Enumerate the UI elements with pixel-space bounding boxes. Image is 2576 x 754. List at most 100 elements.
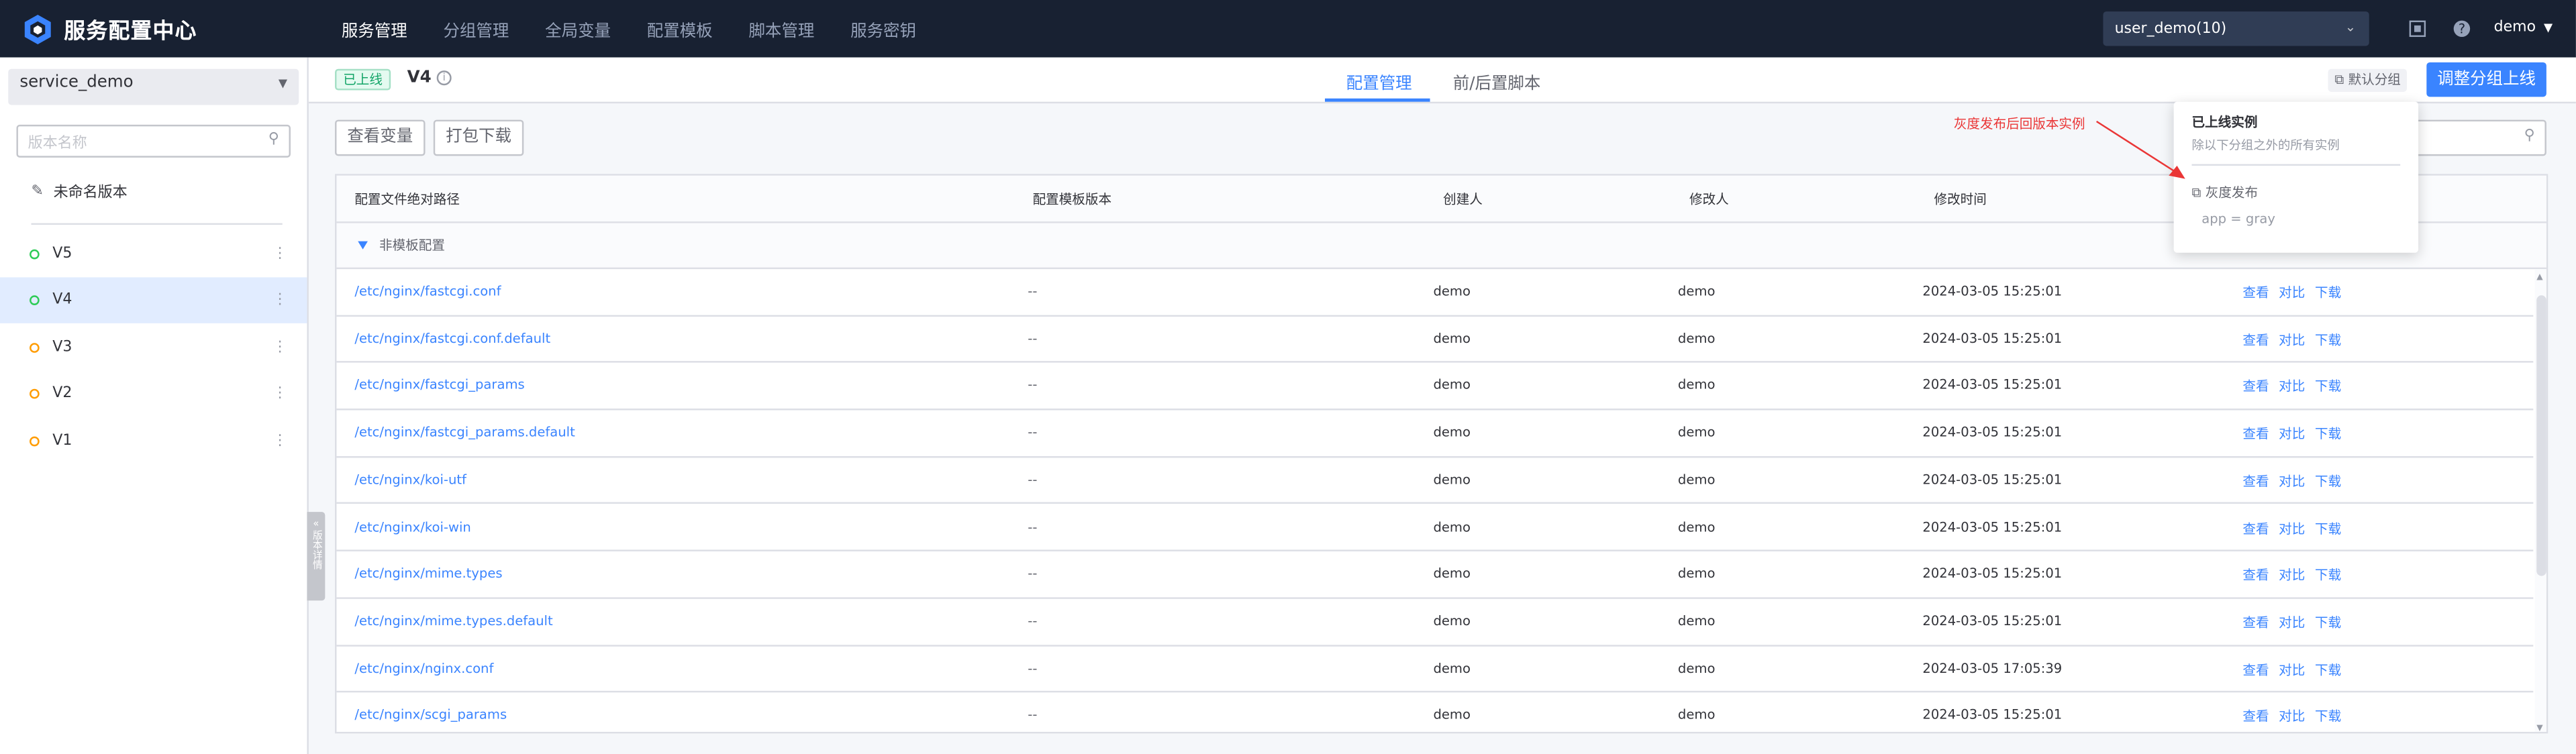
package-download-button[interactable]: 打包下载 [433,119,524,156]
compare-action[interactable]: 对比 [2279,661,2305,679]
more-icon[interactable]: ⋮ [273,433,287,449]
config-path-link[interactable]: /etc/nginx/koi-win [354,519,470,534]
compare-action[interactable]: 对比 [2279,425,2305,443]
unnamed-version-label: 未命名版本 [53,185,128,202]
download-action[interactable]: 下载 [2315,566,2341,584]
version-item-v2[interactable]: V2 ⋮ [0,371,307,417]
creator-cell: demo [1433,660,1471,676]
config-path-link[interactable]: /etc/nginx/koi-utf [354,472,466,487]
modifier-cell: demo [1677,331,1716,346]
download-action[interactable]: 下载 [2315,425,2341,443]
more-icon[interactable]: ⋮ [273,292,287,309]
compare-action[interactable]: 对比 [2279,566,2305,584]
nav-item-5[interactable]: 服务密钥 [850,16,916,41]
compare-action[interactable]: 对比 [2279,378,2305,396]
version-search-input[interactable]: 版本名称 ⚲ [16,124,291,158]
download-action[interactable]: 下载 [2315,284,2341,302]
view-action[interactable]: 查看 [2242,331,2269,349]
view-action[interactable]: 查看 [2242,425,2269,443]
compare-action[interactable]: 对比 [2279,708,2305,726]
view-variables-button[interactable]: 查看变量 [335,119,426,156]
version-item-label: V4 [52,292,72,309]
more-icon[interactable]: ⋮ [273,246,287,262]
view-action[interactable]: 查看 [2242,378,2269,396]
scrollbar-thumb[interactable] [2536,295,2546,576]
table-row: /etc/nginx/koi-utf -- demo demo 2024-03-05 1… [336,457,2534,505]
version-item-v4[interactable]: V4 ⋮ [0,278,307,324]
version-item-v3[interactable]: V3 ⋮ [0,325,307,370]
modified-time-cell: 2024-03-05 15:25:01 [1922,378,2063,393]
version-name: V4 [407,68,432,87]
caret-down-icon: ▼ [2544,21,2553,35]
tab-scripts[interactable]: 前/后置脚本 [1453,69,1541,94]
popover-description: 除以下分组之外的所有实例 [2191,138,2340,153]
config-path-link[interactable]: /etc/nginx/fastcgi_params [354,378,524,393]
help-icon[interactable]: ? [2453,19,2471,38]
config-path-link[interactable]: /etc/nginx/nginx.conf [354,661,493,676]
modifier-cell: demo [1677,707,1716,723]
language-icon[interactable] [2408,19,2426,38]
compare-action[interactable]: 对比 [2279,331,2305,349]
download-action[interactable]: 下载 [2315,661,2341,679]
version-status-dot [30,342,40,353]
adjust-group-publish-button[interactable]: 调整分组上线 [2426,62,2546,97]
download-action[interactable]: 下载 [2315,378,2341,396]
service-select[interactable]: service_demo ▼ [8,68,299,105]
more-icon[interactable]: ⋮ [273,386,287,402]
sidebar-collapse-handle[interactable]: « 版本详情 [307,512,326,601]
group-row-label: 非模板配置 [379,237,445,253]
app-root: 服务配置中心 服务管理 分组管理 全局变量 配置模板 脚本管理 服务密钥 user_dem… [0,0,2576,754]
compare-action[interactable]: 对比 [2279,472,2305,490]
scroll-up-icon: ▲ [2536,272,2543,282]
view-action[interactable]: 查看 [2242,614,2269,632]
download-action[interactable]: 下载 [2315,472,2341,490]
config-path-link[interactable]: /etc/nginx/fastcgi.conf.default [354,331,550,345]
config-path-link[interactable]: /etc/nginx/fastcgi.conf [354,284,501,299]
more-icon[interactable]: ⋮ [273,339,287,356]
compare-action[interactable]: 对比 [2279,284,2305,302]
table-row: /etc/nginx/fastcgi_params -- demo demo 2024-… [336,364,2534,411]
compare-action[interactable]: 对比 [2279,519,2305,537]
template-version-cell: -- [1028,566,1038,582]
nav-item-3[interactable]: 配置模板 [647,16,713,41]
table-scrollbar[interactable]: ▲ ▼ [2534,269,2546,732]
table-row: /etc/nginx/scgi_params -- demo demo 2024-03-… [336,693,2533,732]
download-action[interactable]: 下载 [2315,708,2341,726]
config-path-link[interactable]: /etc/nginx/scgi_params [354,708,507,722]
tab-config-management[interactable]: 配置管理 [1346,69,1412,94]
config-path-link[interactable]: /etc/nginx/fastcgi_params.default [354,425,575,440]
view-action[interactable]: 查看 [2242,566,2269,584]
compare-action[interactable]: 对比 [2279,614,2305,632]
view-action[interactable]: 查看 [2242,472,2269,490]
config-path-link[interactable]: /etc/nginx/mime.types.default [354,614,552,629]
table-row: /etc/nginx/koi-win -- demo demo 2024-03-05 1… [336,504,2534,552]
svg-text:?: ? [2459,21,2465,37]
config-path-link[interactable]: /etc/nginx/mime.types [354,566,502,581]
nav-item-1[interactable]: 分组管理 [443,16,509,41]
table-row: /etc/nginx/mime.types.default -- demo demo 2… [336,599,2534,646]
download-action[interactable]: 下载 [2315,331,2341,349]
top-navbar: 服务配置中心 服务管理 分组管理 全局变量 配置模板 脚本管理 服务密钥 user_dem… [0,0,2576,58]
download-action[interactable]: 下载 [2315,519,2341,537]
business-select[interactable]: user_demo(10) ⌄ [2103,11,2369,46]
view-action[interactable]: 查看 [2242,519,2269,537]
search-icon: ⚲ [268,131,279,148]
download-action[interactable]: 下载 [2315,614,2341,632]
nav-item-4[interactable]: 脚本管理 [748,16,814,41]
user-menu[interactable]: demo ▼ [2494,19,2553,36]
nav-item-2[interactable]: 全局变量 [545,16,611,41]
view-action[interactable]: 查看 [2242,284,2269,302]
unnamed-version-item[interactable]: ✎ 未命名版本 [31,180,127,202]
view-action[interactable]: 查看 [2242,708,2269,726]
version-item-v5[interactable]: V5 ⋮ [0,231,307,277]
modified-time-cell: 2024-03-05 15:25:01 [1922,284,2063,299]
default-group-tag[interactable]: ⧉ 默认分组 [2328,68,2408,92]
info-icon[interactable]: i [436,70,452,86]
business-select-value: user_demo(10) [2114,20,2227,38]
nav-item-0[interactable]: 服务管理 [342,16,407,41]
template-version-cell: -- [1028,378,1038,393]
version-status-dot [30,389,40,399]
popover-group: ⧉ 灰度发布 [2192,184,2258,202]
view-action[interactable]: 查看 [2242,661,2269,679]
version-item-v1[interactable]: V1 ⋮ [0,418,307,464]
